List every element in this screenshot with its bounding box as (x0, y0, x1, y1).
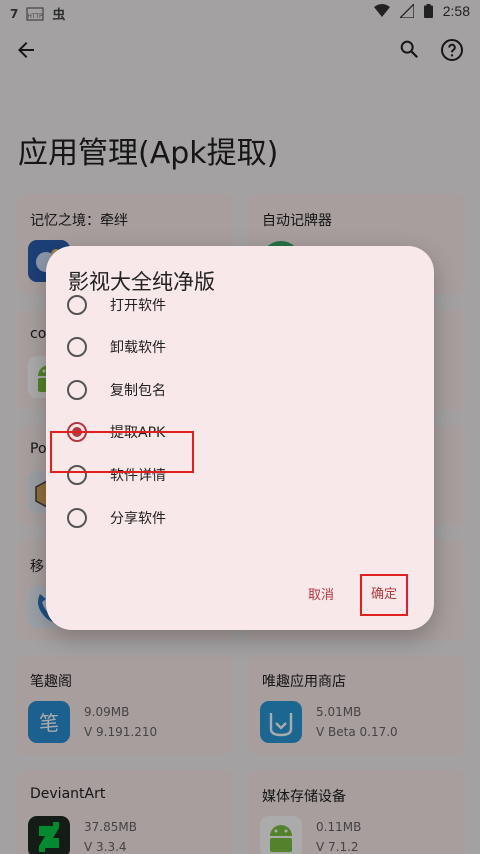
option-label: 复制包名 (110, 383, 166, 399)
radio-unchecked-icon[interactable] (67, 380, 87, 400)
highlight-frame-extract-apk (50, 431, 194, 473)
radio-unchecked-icon[interactable] (67, 295, 87, 315)
option-item[interactable]: 卸载软件 (46, 326, 434, 368)
options-dialog: 影视大全纯净版 打开软件 卸载软件 复制包名 提取APK 软件详情 分享软件 取消 确定 (46, 246, 434, 630)
option-label: 分享软件 (110, 511, 166, 527)
radio-unchecked-icon[interactable] (67, 508, 87, 528)
ok-button[interactable]: 确定 (360, 574, 408, 616)
cancel-button[interactable]: 取消 (296, 584, 346, 603)
radio-unchecked-icon[interactable] (67, 337, 87, 357)
option-item[interactable]: 复制包名 (46, 369, 434, 411)
option-item[interactable]: 打开软件 (46, 284, 434, 326)
option-label: 卸载软件 (110, 340, 166, 356)
option-item[interactable]: 分享软件 (46, 497, 434, 539)
option-label: 打开软件 (110, 298, 166, 314)
